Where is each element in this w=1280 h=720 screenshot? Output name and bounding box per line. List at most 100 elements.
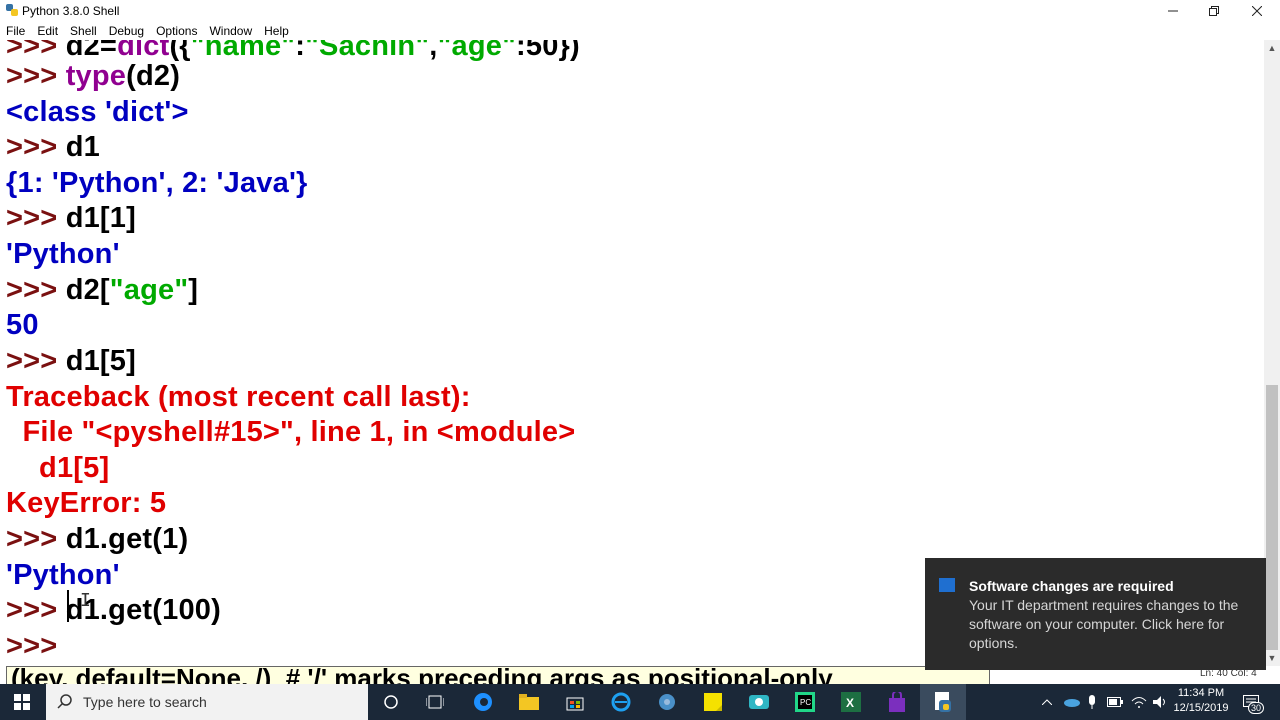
shopping-bag-icon (566, 697, 584, 711)
builtin-text: type (65, 60, 127, 92)
clock-time: 11:34 PM (1177, 687, 1225, 699)
edge-logo-icon (474, 693, 492, 711)
shell-line: >>> d1 (6, 129, 100, 165)
traceback-header: Traceback (most recent call last): (6, 381, 471, 413)
close-icon (1252, 6, 1262, 16)
sticky-notes-icon[interactable] (690, 684, 736, 720)
cortana-icon[interactable] (368, 684, 414, 720)
code-text: :50}) (516, 40, 580, 62)
taskbar: Type here to search PC X 11:34 PM 12/15/… (0, 684, 1280, 720)
prompt: >>> (6, 594, 58, 626)
pycharm-icon[interactable]: PC (782, 684, 828, 720)
lock-bag-icon (889, 692, 905, 712)
shell-output: 50 (6, 309, 39, 341)
svg-text:PC: PC (800, 698, 811, 707)
start-button[interactable] (0, 684, 44, 720)
circle-icon (384, 695, 398, 709)
notification-toast[interactable]: Software changes are required Your IT de… (925, 558, 1266, 670)
traceback-file: File "<pyshell#15>", line 1, in <module> (6, 416, 576, 448)
status-line-col: Ln: 40 Col: 4 (1200, 668, 1257, 679)
vertical-scrollbar[interactable]: ▲ ▼ (1264, 40, 1280, 666)
menu-options[interactable]: Options (150, 22, 203, 40)
shell-output: <class 'dict'> (6, 96, 189, 128)
code-text: : (295, 40, 306, 62)
shell-output: 'Python' (6, 238, 120, 270)
ie-logo-icon (611, 692, 631, 712)
menu-shell[interactable]: Shell (64, 22, 103, 40)
software-center-icon (939, 578, 955, 592)
internet-explorer-icon[interactable] (598, 684, 644, 720)
task-view-icon[interactable] (412, 684, 458, 720)
scrollbar-thumb[interactable] (1266, 385, 1278, 650)
store-icon[interactable] (552, 684, 598, 720)
code-text: , (429, 40, 438, 62)
toast-title: Software changes are required (969, 578, 1174, 594)
shell-line: >>> d1.get(1) (6, 521, 188, 557)
notification-count-badge: 30 (1248, 702, 1265, 714)
snip-tool-icon[interactable] (736, 684, 782, 720)
menu-file[interactable]: File (0, 22, 31, 40)
screen-capture-icon (749, 695, 769, 709)
code-text: d2[ (65, 274, 110, 306)
python-idle-icon (935, 692, 951, 712)
folder-icon (519, 694, 539, 710)
excel-icon[interactable]: X (828, 684, 874, 720)
scroll-up-icon[interactable]: ▲ (1264, 40, 1280, 56)
shell-line: >>> d1[1] (6, 200, 136, 236)
menu-window[interactable]: Window (203, 22, 258, 40)
ibeam-cursor-icon: I (80, 590, 91, 611)
string-text: "name" (190, 40, 296, 62)
edge-icon[interactable] (460, 684, 506, 720)
shell-line: >>> d1[5] (6, 343, 136, 379)
system-clock[interactable]: 11:34 PM 12/15/2019 (1172, 686, 1230, 716)
search-icon (57, 694, 72, 709)
onenote-icon[interactable] (874, 684, 920, 720)
error-message: KeyError: 5 (6, 487, 167, 519)
menu-debug[interactable]: Debug (103, 22, 150, 40)
shell-output: {1: 'Python', 2: 'Java'} (6, 167, 308, 199)
current-prompt-line[interactable]: >>> (6, 628, 57, 664)
restore-icon (1209, 6, 1219, 16)
microphone-icon[interactable] (1082, 684, 1102, 720)
app-icon[interactable] (644, 684, 690, 720)
windows-logo-icon (14, 694, 30, 710)
onedrive-icon[interactable] (1060, 684, 1082, 720)
code-text: d1[1] (65, 202, 136, 234)
code-text: d1[5] (65, 345, 136, 377)
shell-line: >>> type(d2) (6, 58, 180, 94)
note-icon (704, 693, 722, 711)
minimize-button[interactable] (1150, 0, 1196, 22)
task-view-glyph-icon (426, 695, 444, 709)
menu-help[interactable]: Help (258, 22, 295, 40)
pycharm-logo-icon: PC (795, 692, 815, 712)
code-text: d1 (65, 131, 100, 163)
code-text: (d2) (126, 60, 181, 92)
restore-button[interactable] (1191, 0, 1237, 22)
menu-edit[interactable]: Edit (31, 22, 64, 40)
file-explorer-icon[interactable] (506, 684, 552, 720)
taskbar-search-box[interactable]: Type here to search (46, 684, 368, 720)
prompt: >>> (6, 523, 58, 555)
string-text: "age" (109, 274, 189, 306)
svg-text:X: X (846, 696, 854, 710)
prompt: >>> (6, 630, 58, 662)
clock-date: 12/15/2019 (1173, 702, 1229, 714)
scroll-down-icon[interactable]: ▼ (1264, 650, 1280, 666)
code-text: d1.get(1) (65, 523, 189, 555)
volume-icon[interactable] (1150, 684, 1172, 720)
shell-line: >>> d2["age"] (6, 272, 198, 308)
excel-logo-icon: X (841, 692, 861, 712)
chevron-up-icon[interactable] (1038, 684, 1056, 720)
prompt: >>> (6, 60, 58, 92)
string-text: "age" (437, 40, 517, 62)
wifi-icon[interactable] (1128, 684, 1150, 720)
window-title: Python 3.8.0 Shell (22, 4, 120, 18)
python-idle-taskbar-icon[interactable] (920, 684, 966, 720)
close-button[interactable] (1234, 0, 1280, 22)
shell-output: 'Python' (6, 559, 120, 591)
battery-icon[interactable] (1104, 684, 1126, 720)
shell-line: >>> d1.get(100) (6, 592, 221, 628)
prompt: >>> (6, 202, 58, 234)
action-center-icon[interactable]: 30 (1236, 684, 1266, 720)
prompt: >>> (6, 345, 58, 377)
